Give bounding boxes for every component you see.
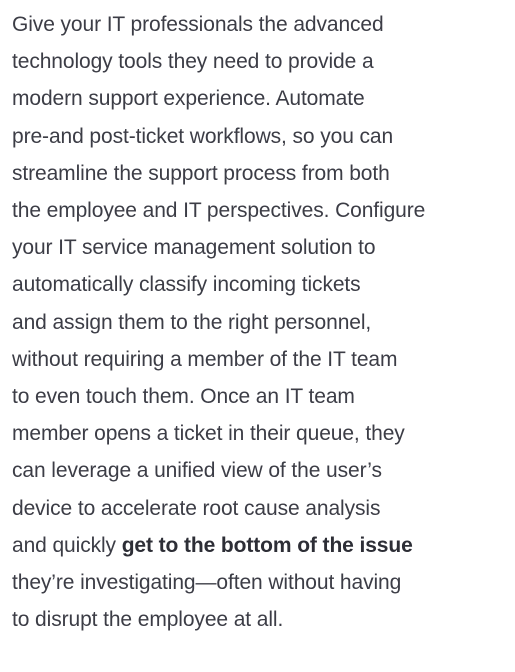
paragraph-line: your IT service management solution to bbox=[12, 236, 376, 260]
paragraph-line: modern support experience. Automate bbox=[12, 87, 365, 111]
paragraph-line: the employee and IT perspectives. Config… bbox=[12, 199, 426, 223]
paragraph-line: to disrupt the employee at all. bbox=[12, 608, 284, 632]
paragraph-line-with-bold: and quickly get to the bottom of the iss… bbox=[12, 527, 503, 564]
body-paragraph: Give your IT professionals the advanced … bbox=[0, 0, 503, 638]
paragraph-line: technology tools they need to provide a bbox=[12, 50, 374, 74]
paragraph-line: and assign them to the right personnel, bbox=[12, 310, 372, 334]
paragraph-line: device to accelerate root cause analysis bbox=[12, 496, 381, 520]
paragraph-line: to even touch them. Once an IT team bbox=[12, 385, 355, 409]
paragraph-line: without requiring a member of the IT tea… bbox=[12, 347, 398, 371]
paragraph-line: Give your IT professionals the advanced bbox=[12, 13, 384, 36]
paragraph-line: pre-and post-ticket workflows, so you ca… bbox=[12, 124, 394, 148]
line-prefix-text: and quickly bbox=[12, 533, 122, 557]
paragraph-line: streamline the support process from both bbox=[12, 161, 390, 185]
paragraph-line: can leverage a unified view of the user’… bbox=[12, 459, 382, 483]
paragraph-line: member opens a ticket in their queue, th… bbox=[12, 422, 405, 446]
bold-emphasis-text: get to the bottom of the issue bbox=[121, 533, 413, 557]
paragraph-line: they’re investigating—often without havi… bbox=[12, 571, 402, 595]
paragraph-line: automatically classify incoming tickets bbox=[12, 273, 361, 297]
